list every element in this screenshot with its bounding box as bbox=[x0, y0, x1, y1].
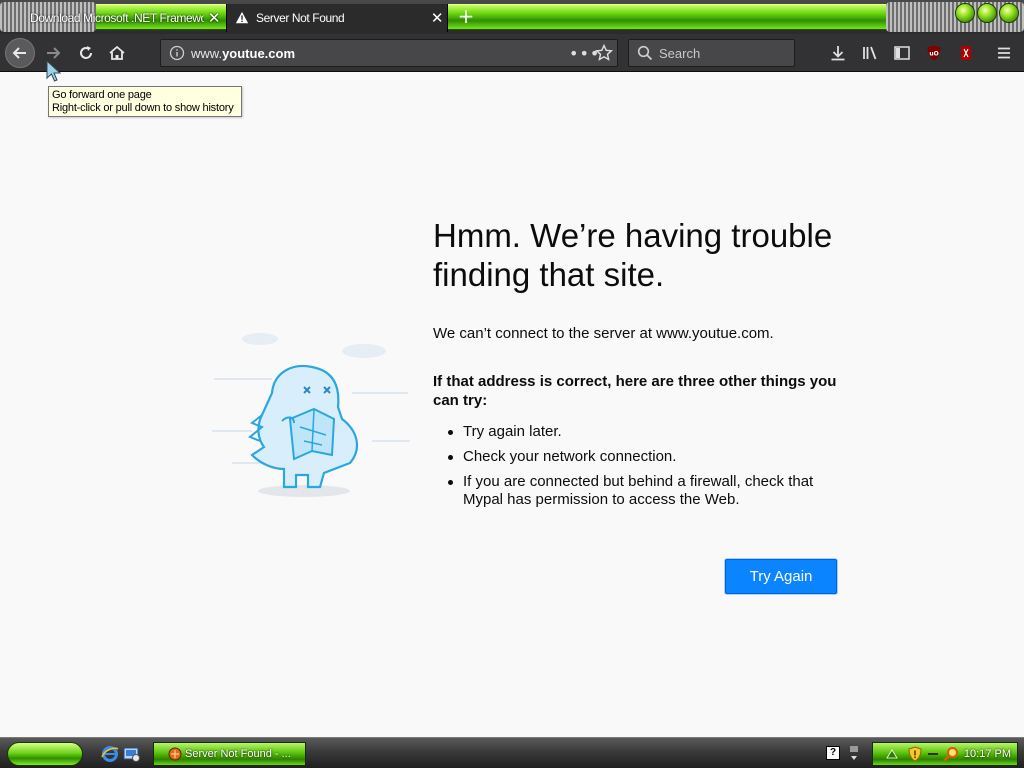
home-icon bbox=[109, 45, 125, 60]
error-title-line-1: Hmm. We’re having trouble bbox=[433, 217, 833, 254]
url-prefix: www. bbox=[191, 45, 223, 61]
tooltip-line-1: Go forward one page bbox=[52, 89, 152, 101]
ublock-origin-button[interactable]: uO bbox=[923, 42, 945, 64]
error-title-line-2: finding that site. bbox=[433, 256, 665, 293]
system-tray: 10:17 PM bbox=[872, 742, 1018, 766]
arrow-left-icon bbox=[12, 47, 26, 59]
svg-text:uO: uO bbox=[929, 51, 938, 58]
ublock-shield-icon: uO bbox=[927, 45, 941, 61]
search-input[interactable] bbox=[659, 45, 789, 61]
window-controls bbox=[955, 3, 1019, 23]
try-heading: If that address is correct, here are thr… bbox=[433, 373, 837, 409]
dinosaur-map-illustration bbox=[212, 333, 410, 497]
browser-app-icon bbox=[168, 747, 182, 761]
reload-button[interactable] bbox=[71, 38, 101, 68]
open-menu-button[interactable] bbox=[993, 42, 1015, 64]
bookmark-star-button[interactable] bbox=[591, 40, 617, 66]
suggestion-list: Try again later. Check your network conn… bbox=[433, 423, 853, 516]
home-button[interactable] bbox=[102, 38, 132, 68]
error-page: Hmm. We’re having trouble finding that s… bbox=[0, 73, 1024, 737]
language-bar-icon[interactable] bbox=[848, 744, 860, 762]
network-icon[interactable] bbox=[885, 747, 899, 761]
library-button[interactable] bbox=[859, 42, 881, 64]
system-clock[interactable]: 10:17 PM bbox=[964, 748, 1011, 760]
download-icon bbox=[831, 46, 845, 61]
error-title: Hmm. We’re having trouble finding that s… bbox=[433, 216, 863, 294]
try-again-button[interactable]: Try Again bbox=[725, 559, 837, 594]
tab-label: Download Microsoft .NET Framework bbox=[30, 11, 204, 25]
error-description: We can’t connect to the server at www.yo… bbox=[433, 325, 774, 342]
new-tab-button[interactable]: + bbox=[454, 4, 478, 30]
info-icon[interactable] bbox=[169, 45, 185, 61]
tab-label: Server Not Found bbox=[256, 11, 345, 25]
security-shield-icon[interactable] bbox=[907, 746, 923, 762]
url-host: youtue.com bbox=[222, 45, 296, 61]
star-icon bbox=[595, 44, 613, 61]
close-tab-icon[interactable]: ✕ bbox=[427, 9, 447, 27]
noscript-icon bbox=[961, 46, 971, 60]
internet-explorer-icon[interactable] bbox=[101, 745, 119, 763]
navigation-toolbar: www.youtue.com ••• uO bbox=[0, 34, 1024, 72]
magnifier-icon[interactable] bbox=[943, 746, 959, 762]
page-actions-button[interactable]: ••• bbox=[569, 44, 599, 63]
url-text[interactable]: www.youtue.com bbox=[191, 46, 569, 61]
close-tab-icon[interactable]: ✕ bbox=[204, 9, 224, 27]
maximize-button[interactable] bbox=[977, 3, 997, 23]
list-item: Check your network connection. bbox=[433, 448, 853, 466]
sidebar-icon bbox=[894, 46, 910, 60]
warning-icon bbox=[235, 11, 249, 24]
close-window-button[interactable] bbox=[999, 3, 1019, 23]
taskbar-item-label: Server Not Found - ... bbox=[185, 748, 291, 760]
start-button[interactable] bbox=[7, 742, 83, 766]
tab-dotnet-download[interactable]: Download Microsoft .NET Framework ✕ bbox=[26, 4, 224, 32]
noscript-button[interactable] bbox=[955, 42, 977, 64]
library-icon bbox=[863, 46, 877, 60]
sidebar-toggle-button[interactable] bbox=[891, 42, 913, 64]
tab-strip: Download Microsoft .NET Framework ✕ Serv… bbox=[0, 0, 1024, 34]
forward-button-tooltip: Go forward one page Right-click or pull … bbox=[48, 86, 242, 117]
show-desktop-icon[interactable] bbox=[123, 745, 141, 763]
reload-icon bbox=[80, 46, 92, 59]
list-item: If you are connected but behind a firewa… bbox=[433, 473, 853, 509]
minimize-button[interactable] bbox=[955, 3, 975, 23]
hamburger-menu-icon bbox=[998, 47, 1010, 59]
tab-server-not-found[interactable]: Server Not Found ✕ bbox=[226, 4, 448, 32]
downloads-button[interactable] bbox=[827, 42, 849, 64]
search-bar[interactable] bbox=[628, 39, 795, 67]
mouse-cursor-icon bbox=[46, 60, 62, 82]
help-icon[interactable]: ? bbox=[826, 746, 840, 760]
address-bar[interactable]: www.youtue.com ••• bbox=[160, 39, 618, 67]
taskbar-item-browser[interactable]: Server Not Found - ... bbox=[153, 742, 306, 766]
taskbar: Server Not Found - ... ? 10:17 PM bbox=[0, 737, 1024, 768]
search-icon bbox=[637, 45, 653, 61]
tooltip-line-2: Right-click or pull down to show history bbox=[52, 102, 234, 114]
back-button[interactable] bbox=[5, 38, 35, 68]
tray-dash-icon bbox=[928, 753, 938, 755]
list-item: Try again later. bbox=[433, 423, 853, 441]
